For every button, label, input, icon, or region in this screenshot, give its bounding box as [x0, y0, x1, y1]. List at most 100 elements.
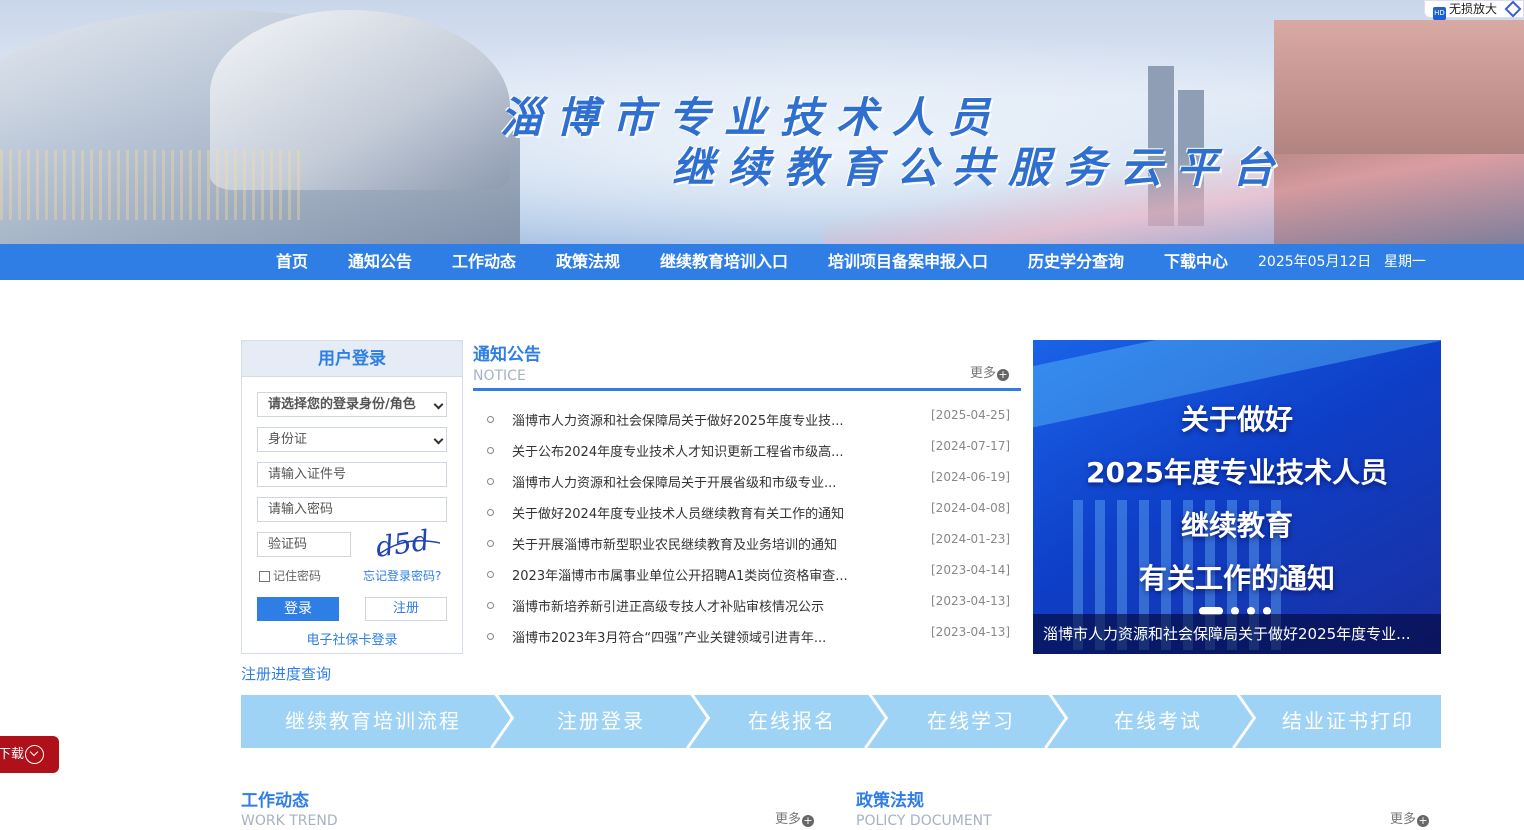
hd-zoom-icon: HD [1432, 7, 1446, 20]
process-step-register[interactable]: 注册登录 [557, 695, 645, 748]
nav-item-training-entry[interactable]: 继续教育培训入口 [660, 244, 788, 280]
process-bar: 继续教育培训流程 注册登录 在线报名 在线学习 在线考试 结业证书打印 [241, 695, 1441, 748]
plus-circle-icon: + [1417, 814, 1430, 827]
notice-item[interactable]: 关于开展淄博市新型职业农民继续教育及业务培训的通知 [2024-01-23] [473, 530, 1021, 561]
nav-item-credit-history[interactable]: 历史学分查询 [1028, 244, 1124, 280]
notice-item-title[interactable]: 关于开展淄博市新型职业农民继续教育及业务培训的通知 [512, 534, 892, 553]
id-type-select-value: 身份证 [268, 432, 308, 447]
chevron-down-icon [433, 434, 444, 445]
notice-item-date: [2024-04-08] [931, 501, 1011, 515]
nav-item-download[interactable]: 下载中心 [1164, 244, 1228, 280]
notice-item-title[interactable]: 关于做好2024年度专业技术人员继续教育有关工作的通知 [512, 503, 892, 522]
browser-zoom-chip[interactable]: HD 无损放大 [1423, 0, 1524, 20]
bullet-icon [487, 509, 494, 516]
work-trend-subtitle: WORK TREND [241, 813, 338, 829]
login-panel: 用户登录 请选择您的登录身份/角色 身份证 请输入证件号 请输入密码 验证码 d… [241, 340, 463, 654]
policy-subtitle: POLICY DOCUMENT [856, 813, 992, 829]
id-number-input[interactable]: 请输入证件号 [257, 462, 447, 487]
work-trend-title: 工作动态 [241, 791, 309, 811]
notice-item-title[interactable]: 淄博市2023年3月符合“四强”产业关键领域引进青年... [512, 627, 892, 646]
plus-circle-icon: + [802, 814, 815, 827]
nav-item-home[interactable]: 首页 [276, 244, 308, 280]
bullet-icon [487, 602, 494, 609]
chevron-down-icon [433, 399, 444, 410]
chevron-right-icon [843, 695, 889, 748]
notice-item[interactable]: 关于做好2024年度专业技术人员继续教育有关工作的通知 [2024-04-08] [473, 499, 1021, 530]
login-button[interactable]: 登录 [257, 597, 339, 621]
notice-item-date: [2023-04-13] [931, 594, 1011, 608]
notice-item[interactable]: 关于公布2024年度专业技术人才知识更新工程省市级高... [2024-07-1… [473, 437, 1021, 468]
policy-section: 政策法规 POLICY DOCUMENT 更多 + [856, 786, 1432, 829]
slider-headline-line: 2025年度专业技术人员 [1086, 456, 1388, 489]
zoom-chip-label: 无损放大 [1448, 2, 1497, 16]
more-label: 更多 [775, 812, 802, 827]
process-step-certificate[interactable]: 结业证书打印 [1282, 695, 1414, 748]
news-slider[interactable]: 关于做好 2025年度专业技术人员 继续教育 有关工作的通知 淄博市人力资源和社… [1033, 340, 1441, 654]
remember-checkbox[interactable] [259, 571, 270, 582]
slider-pagination [1199, 600, 1279, 615]
policy-title: 政策法规 [856, 791, 924, 811]
work-trend-more-link[interactable]: 更多 + [775, 808, 815, 827]
notice-item-title[interactable]: 淄博市人力资源和社会保障局关于做好2025年度专业技... [512, 410, 892, 429]
role-select[interactable]: 请选择您的登录身份/角色 [257, 392, 447, 417]
process-step-enroll[interactable]: 在线报名 [748, 695, 836, 748]
notice-item[interactable]: 淄博市人力资源和社会保障局关于做好2025年度专业技... [2025-04-2… [473, 406, 1021, 437]
work-trend-section: 工作动态 WORK TREND 更多 + [241, 786, 817, 829]
login-title: 用户登录 [242, 341, 462, 377]
remember-label: 记住密码 [273, 569, 322, 583]
chevron-right-icon [665, 695, 711, 748]
bullet-icon [487, 416, 494, 423]
notice-item-date: [2024-06-19] [931, 470, 1011, 484]
role-select-value: 请选择您的登录身份/角色 [268, 397, 416, 412]
register-progress-link[interactable]: 注册进度查询 [241, 663, 331, 684]
bullet-icon [487, 571, 494, 578]
password-input[interactable]: 请输入密码 [257, 497, 447, 522]
register-button[interactable]: 注册 [365, 597, 447, 621]
notice-item[interactable]: 淄博市新培养新引进正高级专技人才补贴审核情况公示 [2023-04-13] [473, 592, 1021, 623]
nav-weekday: 星期一 [1384, 254, 1426, 270]
nav-item-notice[interactable]: 通知公告 [348, 244, 412, 280]
notice-title: 通知公告 [473, 345, 541, 365]
captcha-input[interactable]: 验证码 [257, 532, 351, 557]
more-label: 更多 [1390, 812, 1417, 827]
remember-password[interactable]: 记住密码 [259, 567, 321, 584]
process-step-study[interactable]: 在线学习 [927, 695, 1015, 748]
notice-item-title[interactable]: 淄博市新培养新引进正高级专技人才补贴审核情况公示 [512, 596, 892, 615]
notice-item[interactable]: 淄博市2023年3月符合“四强”产业关键领域引进青年... [2023-04-1… [473, 623, 1021, 654]
floating-tab-label: 下载 [0, 747, 25, 762]
eraser-icon[interactable] [1504, 0, 1522, 18]
banner-lights [0, 150, 300, 220]
notice-more-link[interactable]: 更多 + [970, 362, 1010, 381]
nav-item-work-trend[interactable]: 工作动态 [452, 244, 516, 280]
slider-headline-line: 继续教育 [1180, 509, 1293, 542]
notice-item-date: [2024-01-23] [931, 532, 1011, 546]
policy-more-link[interactable]: 更多 + [1390, 808, 1430, 827]
notice-divider [473, 388, 1021, 391]
bullet-icon [487, 478, 494, 485]
nav-item-project-filing[interactable]: 培训项目备案申报入口 [828, 244, 988, 280]
notice-item[interactable]: 2023年淄博市市属事业单位公开招聘A1类岗位资格审查... [2023-04-… [473, 561, 1021, 592]
notice-item-date: [2025-04-25] [931, 408, 1011, 422]
chevron-right-icon [1211, 695, 1257, 748]
notice-item-date: [2024-07-17] [931, 439, 1011, 453]
nav-item-policy[interactable]: 政策法规 [556, 244, 620, 280]
notice-item-title[interactable]: 关于公布2024年度专业技术人才知识更新工程省市级高... [512, 441, 892, 460]
notice-item-date: [2023-04-13] [931, 625, 1011, 639]
slider-headline-line: 有关工作的通知 [1138, 562, 1335, 595]
process-step-exam[interactable]: 在线考试 [1114, 695, 1202, 748]
captcha-image[interactable]: d5d [374, 525, 442, 561]
slider-headline-line: 关于做好 [1180, 403, 1293, 436]
notice-item-title[interactable]: 2023年淄博市市属事业单位公开招聘A1类岗位资格审查... [512, 565, 892, 584]
notice-item[interactable]: 淄博市人力资源和社会保障局关于开展省级和市级专业... [2024-06-19] [473, 468, 1021, 499]
nav-date: 2025年05月12日 [1258, 254, 1372, 270]
forgot-password-link[interactable]: 忘记登录密码? [363, 567, 441, 584]
bullet-icon [487, 633, 494, 640]
header-banner: 淄博市专业技术人员 继续教育公共服务云平台 [0, 0, 1524, 244]
ecard-login-link[interactable]: 电子社保卡登录 [242, 629, 462, 648]
process-step-title: 继续教育培训流程 [285, 709, 461, 733]
main-nav: 首页 通知公告 工作动态 政策法规 继续教育培训入口 培训项目备案申报入口 历史… [0, 244, 1524, 280]
id-type-select[interactable]: 身份证 [257, 427, 447, 452]
slider-caption[interactable]: 淄博市人力资源和社会保障局关于做好2025年度专业... [1033, 614, 1441, 654]
floating-download-tab[interactable]: 下载 [0, 736, 59, 773]
notice-item-title[interactable]: 淄博市人力资源和社会保障局关于开展省级和市级专业... [512, 472, 892, 491]
